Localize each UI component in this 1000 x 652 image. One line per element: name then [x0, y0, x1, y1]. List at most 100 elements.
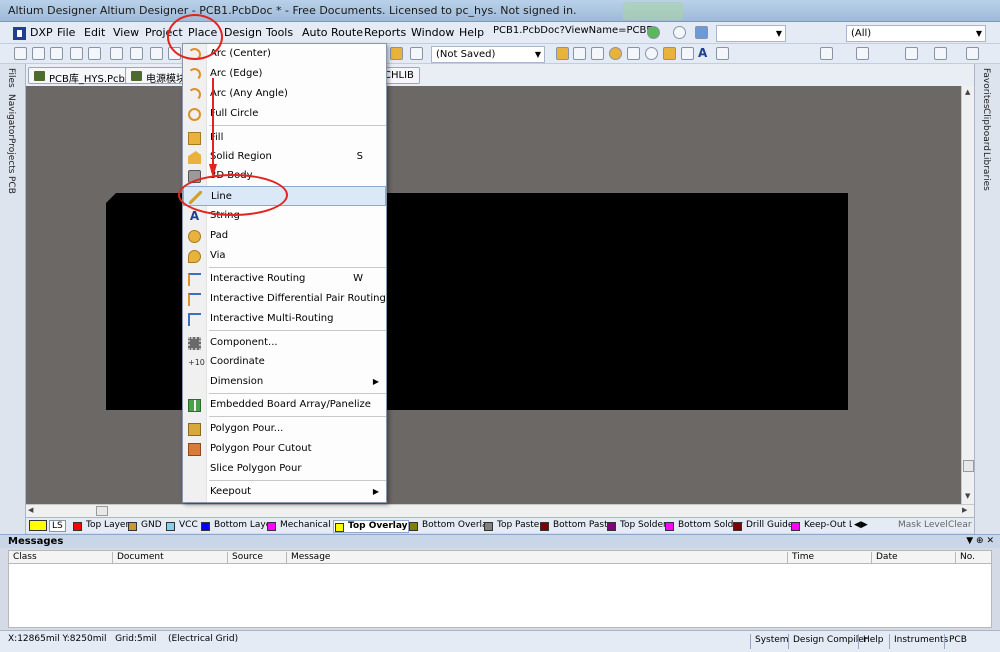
current-layer-swatch[interactable]: [29, 520, 47, 531]
print-icon[interactable]: [70, 47, 83, 60]
col-time[interactable]: Time: [787, 552, 814, 564]
layer-tab-keep-out[interactable]: Keep-Out Lay: [790, 520, 852, 533]
place-line-icon[interactable]: [556, 47, 569, 60]
layer-tab-drill-guide[interactable]: Drill Guide: [732, 520, 793, 533]
col-class[interactable]: Class: [9, 552, 37, 564]
layer-tab-top-overlay[interactable]: Top Overlay: [333, 520, 409, 533]
blank-combo[interactable]: ▼: [716, 25, 786, 42]
back-icon[interactable]: [647, 26, 660, 39]
address-field[interactable]: PCB1.PcbDoc?ViewName=PCBE: [493, 25, 653, 36]
scroll-left-icon[interactable]: ◀: [28, 506, 33, 514]
menu-window[interactable]: Window: [411, 26, 454, 39]
save-icon[interactable]: [50, 47, 63, 60]
new-icon[interactable]: [14, 47, 27, 60]
layer-tab-top-solder[interactable]: Top Solder: [606, 520, 667, 533]
align-icon[interactable]: [820, 47, 833, 60]
3d-icon[interactable]: [110, 47, 123, 60]
layer-tab-bottom-overlay[interactable]: Bottom Overlay: [408, 520, 493, 533]
layer-tab-vcc[interactable]: VCC: [165, 520, 198, 533]
status-help-button[interactable]: Help: [858, 634, 888, 649]
polygon-tb-icon[interactable]: [681, 47, 694, 60]
menu-item-keepout[interactable]: Keepout ▶: [183, 482, 386, 502]
scroll-up-icon[interactable]: ▲: [965, 88, 970, 96]
status-pcb-button[interactable]: PCB: [944, 634, 971, 649]
layer-tab-mechanical-1[interactable]: Mechanical 1: [266, 520, 339, 533]
layer-tab-top-paste[interactable]: Top Paste: [483, 520, 539, 533]
layer-tab-bottom-solder[interactable]: Bottom Solder: [664, 520, 743, 533]
layer-tab-bottom-layer[interactable]: Bottom Layer: [200, 520, 275, 533]
col-no[interactable]: No.: [955, 552, 975, 564]
nav-icon[interactable]: [695, 26, 708, 39]
vertical-scrollbar[interactable]: ▲ ▼: [961, 86, 974, 504]
via-tb-icon[interactable]: [627, 47, 640, 60]
menu-item-coordinate[interactable]: +10 Coordinate: [183, 352, 386, 372]
menu-auto-route[interactable]: Auto Route: [302, 26, 363, 39]
menu-reports[interactable]: Reports: [364, 26, 406, 39]
menu-design[interactable]: Design: [224, 26, 262, 39]
menu-edit[interactable]: Edit: [84, 26, 105, 39]
panel-controls-icon[interactable]: ▼ ⊕ ✕: [966, 536, 994, 546]
menu-item-polygon-cutout[interactable]: Polygon Pour Cutout: [183, 439, 386, 459]
distribute-icon[interactable]: [905, 47, 918, 60]
undo-icon[interactable]: [410, 47, 423, 60]
layer-nav-arrows-icon[interactable]: ◀▶: [854, 520, 868, 530]
forward-icon[interactable]: [673, 26, 686, 39]
panel-tab-favorites[interactable]: Favorites: [981, 68, 991, 109]
panel-tab-clipboard[interactable]: Clipboard: [981, 108, 991, 151]
string-tb-icon[interactable]: A: [698, 47, 711, 60]
scroll-down-icon[interactable]: ▼: [965, 492, 970, 500]
panel-tab-projects[interactable]: Projects: [6, 138, 16, 173]
print-preview-icon[interactable]: [88, 47, 101, 60]
layer-set-button[interactable]: LS: [49, 520, 66, 532]
arc-tb-icon[interactable]: [645, 47, 658, 60]
filter-combo[interactable]: (All) ▼: [846, 25, 986, 42]
menu-tools[interactable]: Tools: [266, 26, 293, 39]
zoom-icon[interactable]: [130, 47, 143, 60]
route-icon[interactable]: [573, 47, 586, 60]
layer-tab-bottom-paste[interactable]: Bottom Paste: [539, 520, 613, 533]
layer-tab-top-layer[interactable]: Top Layer: [72, 520, 129, 533]
panel-tab-libraries[interactable]: Libraries: [981, 152, 991, 191]
menu-item-component[interactable]: Component...: [183, 333, 386, 353]
fill-tb-icon[interactable]: [663, 47, 676, 60]
scroll-right-icon[interactable]: ▶: [962, 506, 967, 514]
menu-file[interactable]: File: [57, 26, 75, 39]
status-system-button[interactable]: System: [750, 634, 793, 649]
col-source[interactable]: Source: [227, 552, 263, 564]
col-document[interactable]: Document: [112, 552, 164, 564]
select-icon[interactable]: [856, 47, 869, 60]
hscroll-thumb[interactable]: [96, 506, 108, 516]
menu-view[interactable]: View: [113, 26, 139, 39]
grid-tb-icon[interactable]: [716, 47, 729, 60]
pencil-icon[interactable]: [390, 47, 403, 60]
open-icon[interactable]: [32, 47, 45, 60]
layer-tab-gnd[interactable]: GND: [127, 520, 162, 533]
menu-item-via[interactable]: Via: [183, 246, 386, 266]
menu-item-pad[interactable]: Pad: [183, 226, 386, 246]
saved-combo[interactable]: (Not Saved) ▼: [431, 46, 545, 63]
menu-help[interactable]: Help: [459, 26, 484, 39]
horizontal-scrollbar[interactable]: ◀ ▶: [26, 504, 974, 517]
panel-tab-navigator[interactable]: Navigator: [6, 94, 16, 138]
col-date[interactable]: Date: [871, 552, 898, 564]
menu-item-slice-polygon[interactable]: Slice Polygon Pour: [183, 459, 386, 479]
menu-item-polygon-pour[interactable]: Polygon Pour...: [183, 419, 386, 439]
diff-pair-tb-icon[interactable]: [591, 47, 604, 60]
vscroll-thumb[interactable]: [963, 460, 974, 472]
pcb-canvas[interactable]: [26, 86, 963, 504]
menu-item-multi-routing[interactable]: Interactive Multi-Routing: [183, 309, 386, 329]
status-instruments-button[interactable]: Instruments: [889, 634, 952, 649]
zoom-fit-icon[interactable]: [150, 47, 163, 60]
col-message[interactable]: Message: [286, 552, 330, 564]
panel-tab-files[interactable]: Files: [6, 68, 16, 88]
menu-item-interactive-routing[interactable]: Interactive Routing W: [183, 269, 386, 289]
panel-tab-pcb[interactable]: PCB: [6, 176, 16, 194]
pad-tb-icon[interactable]: [609, 47, 622, 60]
mask-level-button[interactable]: Mask Level: [898, 520, 948, 530]
menu-item-dimension[interactable]: Dimension ▶: [183, 372, 386, 392]
menu-dxp[interactable]: DXP: [30, 26, 53, 39]
clear-button[interactable]: Clear: [948, 520, 972, 530]
grid-menu-icon[interactable]: [966, 47, 979, 60]
menu-item-board-array[interactable]: Embedded Board Array/Panelize: [183, 395, 386, 415]
messages-list[interactable]: [8, 564, 992, 628]
